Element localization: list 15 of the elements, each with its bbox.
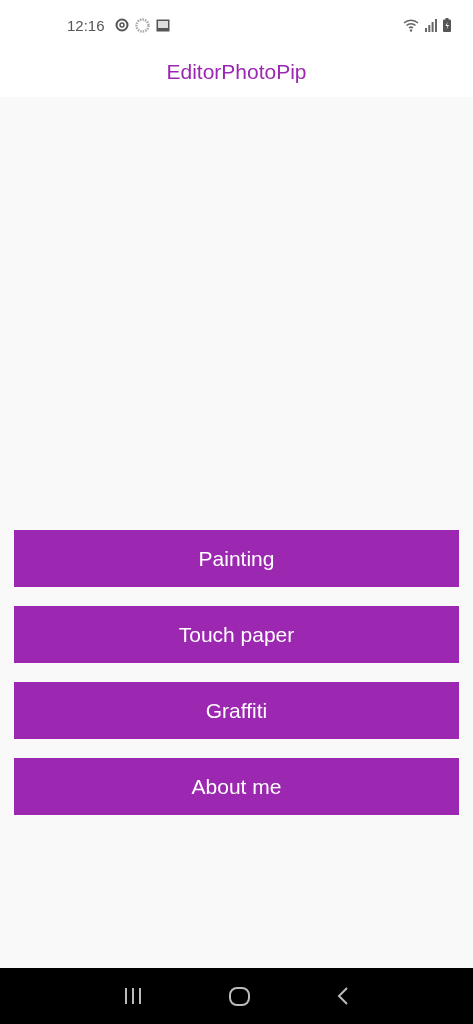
- status-time: 12:16: [67, 16, 105, 34]
- battery-icon: [443, 18, 451, 32]
- loading-icon: [134, 17, 150, 33]
- recent-apps-icon[interactable]: [123, 988, 142, 1004]
- screen-icon: [155, 18, 170, 32]
- menu-button[interactable]: Touch paper: [14, 606, 459, 663]
- signal-icon: [425, 18, 437, 32]
- home-icon[interactable]: [229, 986, 250, 1006]
- sync-icon: [114, 18, 129, 32]
- back-icon[interactable]: [337, 987, 350, 1005]
- app-title: EditorPhotoPip: [166, 59, 307, 84]
- wifi-icon: [403, 18, 419, 32]
- menu-button[interactable]: About me: [14, 758, 459, 815]
- menu-button[interactable]: Graffiti: [14, 682, 459, 739]
- menu-button[interactable]: Painting: [14, 530, 459, 587]
